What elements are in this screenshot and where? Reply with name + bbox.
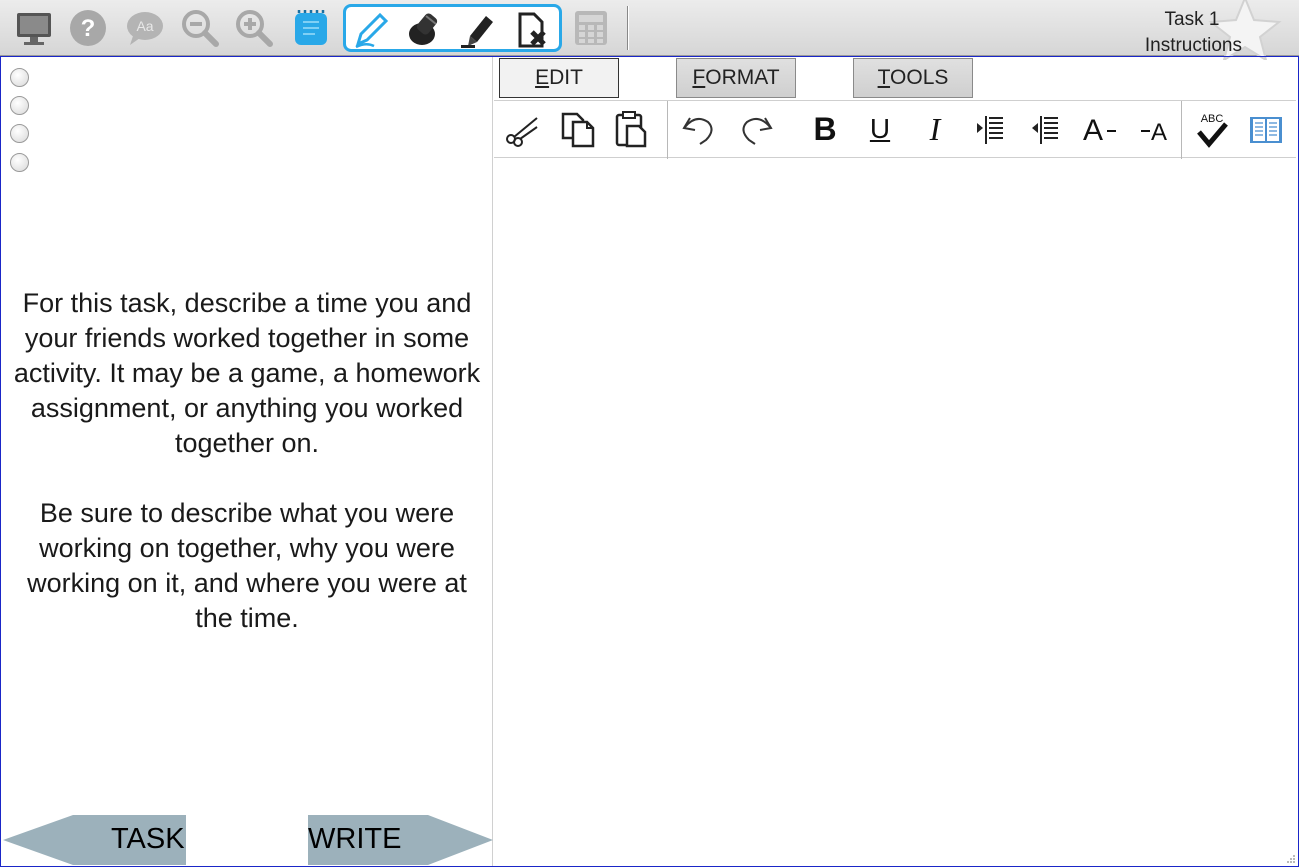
- tools-menu-label: OOLS: [890, 66, 949, 89]
- highlighter-icon[interactable]: [456, 8, 500, 52]
- format-menu-label: ORMAT: [705, 66, 780, 89]
- top-toolbar: ? Aa Task 1 Instructions: [0, 0, 1299, 60]
- write-nav-label: WRITE: [308, 823, 402, 855]
- increase-font-icon[interactable]: A: [1078, 107, 1122, 151]
- task-title: Task 1: [1164, 9, 1220, 30]
- cut-icon[interactable]: [500, 107, 544, 151]
- indent-icon[interactable]: [968, 107, 1012, 151]
- redo-icon[interactable]: [734, 107, 778, 151]
- svg-text:?: ?: [81, 15, 96, 42]
- svg-text:A: A: [1083, 114, 1103, 147]
- outdent-icon[interactable]: [1023, 107, 1067, 151]
- response-text-area[interactable]: [494, 159, 1296, 864]
- prompt-paragraph: For this task, describe a time you and y…: [13, 288, 481, 458]
- help-icon[interactable]: ?: [66, 6, 110, 50]
- format-divider: [667, 101, 668, 159]
- task-heading: Task 1 Instructions: [1102, 7, 1242, 59]
- resize-grip-icon[interactable]: [1286, 854, 1296, 864]
- annotation-tools-group: [343, 4, 562, 52]
- calculator-icon[interactable]: [569, 6, 613, 50]
- task-nav-label: TASK: [111, 823, 185, 855]
- edit-menu[interactable]: EDIT: [499, 58, 619, 98]
- main-frame: For this task, describe a time you and y…: [0, 56, 1299, 867]
- notepad-icon[interactable]: [289, 6, 333, 50]
- pen-icon[interactable]: [348, 8, 392, 52]
- italic-button[interactable]: I: [913, 107, 957, 151]
- page-radio[interactable]: [10, 124, 29, 143]
- undo-icon[interactable]: [677, 107, 721, 151]
- write-nav-button[interactable]: WRITE: [308, 815, 493, 865]
- format-menu[interactable]: FORMAT: [676, 58, 796, 98]
- format-divider: [1181, 101, 1182, 159]
- bold-button[interactable]: B: [803, 107, 847, 151]
- spellcheck-label: ABC: [1201, 113, 1224, 125]
- format-menu-mnemonic: F: [692, 66, 706, 89]
- format-toolbar: B U I A A ABC: [494, 100, 1296, 159]
- monitor-icon[interactable]: [12, 6, 56, 50]
- decrease-font-icon[interactable]: A: [1136, 107, 1180, 151]
- paste-icon[interactable]: [610, 107, 654, 151]
- response-editor: EDIT FORMAT TOOLS B U I A A ABC: [494, 57, 1298, 866]
- underline-button[interactable]: U: [858, 107, 902, 151]
- edit-menu-mnemonic: E: [535, 66, 550, 89]
- task-prompt: For this task, describe a time you and y…: [5, 286, 489, 671]
- zoom-out-icon[interactable]: [178, 6, 222, 50]
- toolbar-divider: [627, 6, 629, 50]
- tools-menu-mnemonic: T: [877, 66, 891, 89]
- task-pane: For this task, describe a time you and y…: [1, 57, 493, 866]
- task-nav-button[interactable]: TASK: [3, 815, 186, 865]
- text-to-speech-icon[interactable]: Aa: [122, 6, 166, 50]
- eraser-icon[interactable]: [402, 8, 446, 52]
- prompt-paragraph: Be sure to describe what you were workin…: [27, 498, 467, 633]
- zoom-in-icon[interactable]: [232, 6, 276, 50]
- page-radio[interactable]: [10, 68, 29, 87]
- page-radio[interactable]: [10, 96, 29, 115]
- svg-text:A: A: [1151, 119, 1167, 146]
- spellcheck-icon[interactable]: ABC: [1190, 107, 1234, 151]
- edit-menu-label: DIT: [549, 66, 583, 89]
- svg-text:Aa: Aa: [136, 18, 153, 34]
- clear-marks-icon[interactable]: [510, 8, 554, 52]
- tools-menu[interactable]: TOOLS: [853, 58, 973, 98]
- page-radio[interactable]: [10, 153, 29, 172]
- copy-icon[interactable]: [556, 107, 600, 151]
- dictionary-icon[interactable]: [1244, 107, 1288, 151]
